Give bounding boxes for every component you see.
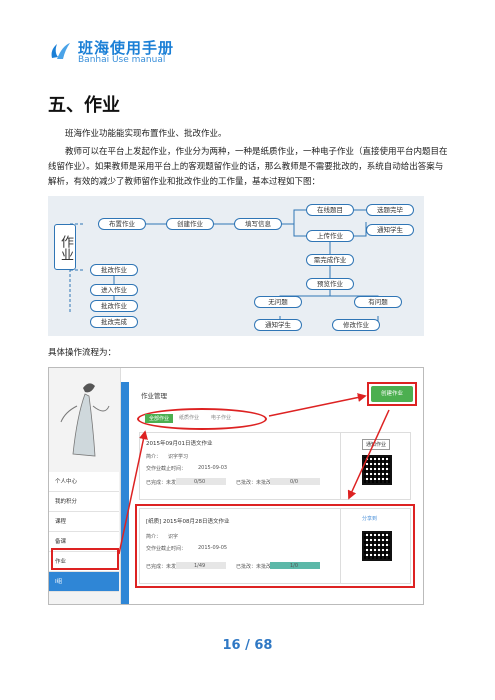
paragraph-intro: 班海作业功能能实现布置作业、批改作业。 [65,129,227,139]
flow-node: 通知学生 [254,319,302,331]
embedded-screenshot: 个人中心 我的积分 课程 备课 作业 I组 作业管理 创建作业 全部作业 纸质作… [48,367,424,605]
flow-node: 布置作业 [98,218,146,230]
logo-subtitle: Banhai Use manual [78,55,166,65]
flow-node: 选题完毕 [366,204,414,216]
flow-node: 预览作业 [306,278,354,290]
homework-flow-diagram: 作业 布置作业 创建作业 填写信息 在线题目 选题完毕 通知学生 上传作业 需完… [48,196,424,336]
flow-node: 需完成作业 [306,254,354,266]
flow-root: 作业 [54,224,76,270]
flow-node: 填写信息 [234,218,282,230]
flow-node: 批改完成 [90,316,138,328]
flow-node: 修改作业 [332,319,380,331]
flow-node: 上传作业 [306,230,354,242]
flow-node: 无问题 [254,296,302,308]
flow-node: 批改作业 [90,300,138,312]
steps-caption: 具体操作流程为： [48,348,117,358]
flow-node: 有问题 [354,296,402,308]
flow-node: 在线题目 [306,204,354,216]
flow-node: 进入作业 [90,284,138,296]
banhai-logo-icon [51,43,70,59]
flow-node: 创建作业 [166,218,214,230]
annotation-arrows [118,393,390,555]
page-number: 16 / 68 [222,638,273,653]
flow-node: 通知学生 [366,224,414,236]
paragraph-process: 教师可以在平台上发起作业，作业分为两种，一种是纸质作业，一种电子作业（直接使用平… [48,147,448,187]
flow-node: 批改作业 [90,264,138,276]
section-title: 五、作业 [48,95,120,116]
